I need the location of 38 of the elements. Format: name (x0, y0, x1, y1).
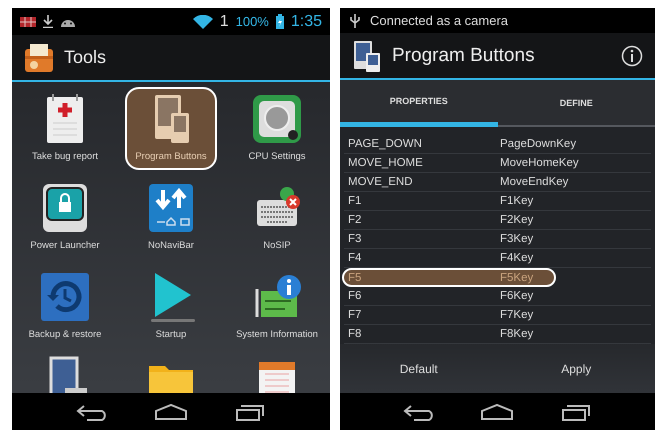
wifi-icon (192, 14, 213, 28)
usb-icon (350, 14, 360, 28)
app-shortcut[interactable]: NoSIP (231, 176, 323, 259)
list-row[interactable]: F2 F2Key (344, 211, 651, 230)
app-shortcut[interactable]: NoNaviBar (125, 176, 217, 259)
app-shortcut[interactable]: Startup (125, 265, 217, 348)
notification-text: Connected as a camera (370, 13, 508, 28)
restore-icon (39, 271, 91, 323)
list-row[interactable]: F1 F1Key (344, 192, 651, 211)
app-shortcut[interactable]: CPU Settings (231, 87, 323, 170)
app-shortcut[interactable]: Take bug report (19, 87, 111, 170)
app-shortcut[interactable]: Power Launcher (19, 176, 111, 259)
battery-icon (276, 14, 284, 29)
back-icon[interactable] (74, 402, 109, 420)
download-icon (43, 15, 53, 28)
clock-time: 1:35 (290, 12, 322, 30)
cpu-icon (251, 93, 303, 145)
action-button[interactable]: Apply (498, 344, 655, 393)
home-icon[interactable] (154, 402, 188, 420)
list-row[interactable]: MOVE_END MoveEndKey (344, 173, 651, 192)
app-shortcut[interactable]: Program Buttons (125, 87, 217, 170)
grid-icon (20, 16, 36, 26)
list-row[interactable]: MOVE_HOME MoveHomeKey (344, 154, 651, 173)
app-shortcut[interactable]: Backup & restore (19, 265, 111, 348)
toolbox-icon (24, 42, 54, 72)
info-icon[interactable] (621, 44, 643, 66)
devices-icon (352, 40, 382, 72)
list-row[interactable]: PAGE_DOWN PageDownKey (344, 135, 651, 154)
app-title: Tools (64, 47, 106, 68)
action-button[interactable]: Default (340, 344, 498, 393)
list-row[interactable]: F3 F3Key (344, 230, 651, 249)
battery-text: 100% (236, 14, 269, 29)
signal-text: 1 (220, 12, 229, 30)
home-icon[interactable] (480, 402, 514, 420)
list-row[interactable]: F7 F7Key (344, 306, 651, 325)
list-row[interactable]: F6 F6Key (344, 287, 651, 306)
app-shortcut[interactable]: System Information (231, 265, 323, 348)
screen-title: Program Buttons (392, 44, 535, 66)
